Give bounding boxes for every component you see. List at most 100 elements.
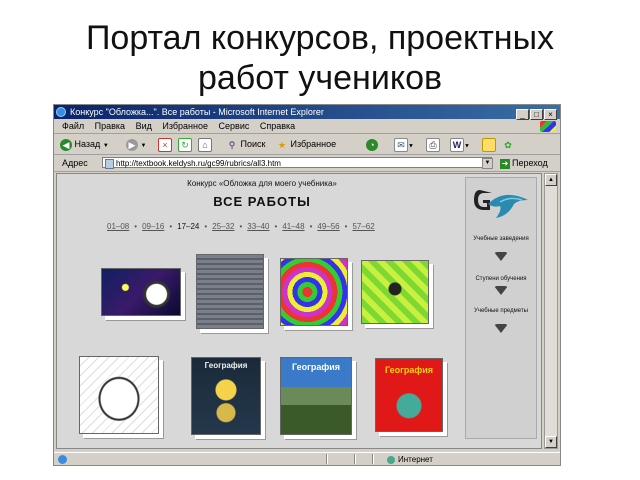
mail-dropdown-icon[interactable]: ▼ <box>408 143 414 149</box>
side-navigation: Учебные заведения Ступени обучения Учебн… <box>465 177 537 439</box>
menu-help[interactable]: Справка <box>260 121 295 131</box>
maximize-button[interactable]: □ <box>530 109 543 120</box>
nav-arrow-levels-icon[interactable] <box>494 286 508 295</box>
slide-title-line-1: Портал конкурсов, проектных <box>85 19 555 57</box>
pager-separator: • <box>309 222 313 231</box>
address-bar: Адрес http://textbook.keldysh.ru/gc99/ru… <box>54 155 560 172</box>
menu-bar: Файл Правка Вид Избранное Сервис Справка <box>54 120 560 134</box>
cover-thumbnail-8[interactable]: География <box>375 358 443 432</box>
home-icon: ⌂ <box>198 138 212 152</box>
back-arrow-icon: ◀ <box>60 138 72 151</box>
browser-window: Конкурс "Обложка...". Все работы - Micro… <box>53 104 561 466</box>
favorites-button[interactable]: ★ Избранное <box>276 138 336 150</box>
cover-caption: География <box>384 365 434 375</box>
refresh-button[interactable]: ↻ <box>178 138 192 152</box>
forward-dropdown-icon[interactable]: ▼ <box>141 143 147 149</box>
pager-link[interactable]: 41–48 <box>282 222 304 231</box>
globe-icon <box>387 455 395 464</box>
address-label: Адрес <box>62 158 88 168</box>
windows-logo-icon <box>540 121 556 132</box>
edit-button[interactable]: W ▼ <box>450 138 470 152</box>
messenger-button[interactable]: ✿ <box>502 138 514 150</box>
pager-link[interactable]: 01–08 <box>107 222 129 231</box>
menu-edit[interactable]: Правка <box>95 121 125 131</box>
status-bar: Интернет <box>54 452 560 466</box>
minimize-button[interactable]: _ <box>516 109 529 120</box>
page-content: Конкурс «Обложка для моего учебника» ВСЕ… <box>56 173 542 449</box>
go-arrow-icon: ➜ <box>500 158 510 169</box>
word-icon: W <box>450 138 464 152</box>
status-page-icon <box>58 455 67 464</box>
discuss-button[interactable] <box>482 138 496 152</box>
pager-separator: • <box>169 222 173 231</box>
history-icon: ◔ <box>366 138 378 151</box>
zone-label: Интернет <box>398 455 433 464</box>
page-icon <box>105 158 114 169</box>
nav-label-levels: Ступени обучения <box>475 276 527 282</box>
pager: 01–08 • 09–16 • 17–24 • 25–32 • 33–40 • 41–48 • 49–5… <box>107 222 375 231</box>
back-dropdown-icon[interactable]: ▼ <box>103 143 109 149</box>
security-zone: Интернет <box>387 453 433 466</box>
home-button[interactable]: ⌂ <box>198 138 212 152</box>
close-button[interactable]: × <box>544 109 557 120</box>
window-title: Конкурс "Обложка...". Все работы - Micro… <box>70 107 324 117</box>
print-button[interactable]: ⎙ <box>426 138 440 152</box>
stop-button[interactable]: × <box>158 138 172 152</box>
cover-thumbnail-6[interactable]: География <box>191 357 261 435</box>
menu-file[interactable]: Файл <box>62 121 84 131</box>
contest-title: Конкурс «Обложка для моего учебника» <box>187 179 337 188</box>
menu-tools[interactable]: Сервис <box>219 121 250 131</box>
pager-link[interactable]: 25–32 <box>212 222 234 231</box>
pager-separator: • <box>134 222 138 231</box>
cover-thumbnail-3[interactable] <box>280 258 348 326</box>
cover-thumbnail-2[interactable] <box>196 254 264 329</box>
address-url: http://textbook.keldysh.ru/gc99/rubrics/… <box>116 159 281 168</box>
cover-thumbnail-1[interactable] <box>101 268 181 316</box>
pager-separator: • <box>239 222 243 231</box>
status-divider <box>372 454 374 464</box>
nav-arrow-institutions-icon[interactable] <box>494 252 508 261</box>
messenger-icon: ✿ <box>504 139 512 150</box>
scroll-down-icon[interactable]: ▼ <box>545 436 557 448</box>
discuss-icon <box>482 138 496 152</box>
print-icon: ⎙ <box>426 138 440 152</box>
pager-separator: • <box>274 222 278 231</box>
edit-dropdown-icon[interactable]: ▼ <box>464 143 470 149</box>
vertical-scrollbar[interactable]: ▲ ▼ <box>544 173 558 449</box>
address-input[interactable]: http://textbook.keldysh.ru/gc99/rubrics/… <box>102 157 492 169</box>
cover-caption: География <box>204 361 248 370</box>
favorites-label: Избранное <box>290 139 337 149</box>
cover-thumbnail-7[interactable]: География <box>280 357 352 435</box>
page-heading: ВСЕ РАБОТЫ <box>213 194 311 209</box>
history-button[interactable]: ◔ <box>366 138 378 151</box>
nav-arrow-subjects-icon[interactable] <box>494 324 508 333</box>
search-label: Поиск <box>240 139 266 149</box>
search-button[interactable]: ⚲ Поиск <box>226 138 266 150</box>
stop-icon: × <box>158 138 172 152</box>
pager-current: 17–24 <box>177 222 200 231</box>
status-divider <box>354 454 356 464</box>
forward-button[interactable]: ▶ ▼ <box>126 138 147 151</box>
toolbar: ◀ Назад ▼ ▶ ▼ × ↻ ⌂ ⚲ Поиск ★ Избранное … <box>54 134 560 155</box>
go-label: Переход <box>512 158 548 168</box>
slide-title: Портал конкурсов, проектных работ ученик… <box>0 18 640 98</box>
address-dropdown-icon[interactable]: ▼ <box>482 158 493 169</box>
go-button[interactable]: ➜ Переход <box>500 155 548 171</box>
cover-thumbnail-5[interactable] <box>79 356 159 434</box>
cover-thumbnail-4[interactable] <box>361 260 429 324</box>
menu-view[interactable]: Вид <box>136 121 152 131</box>
pager-link[interactable]: 49–56 <box>317 222 339 231</box>
title-bar[interactable]: Конкурс "Обложка...". Все работы - Micro… <box>54 105 560 120</box>
forward-arrow-icon: ▶ <box>126 138 138 151</box>
menu-favorites[interactable]: Избранное <box>162 121 208 131</box>
back-button[interactable]: ◀ Назад ▼ <box>60 138 109 151</box>
ie-icon <box>56 107 66 117</box>
pager-link[interactable]: 09–16 <box>142 222 164 231</box>
status-divider <box>326 454 328 464</box>
mail-button[interactable]: ✉ ▼ <box>394 138 414 152</box>
favorites-star-icon: ★ <box>277 139 287 150</box>
pager-link[interactable]: 57–62 <box>352 222 374 231</box>
pager-link[interactable]: 33–40 <box>247 222 269 231</box>
nav-label-subjects: Учебные предметы <box>474 308 528 314</box>
scroll-up-icon[interactable]: ▲ <box>545 174 557 186</box>
